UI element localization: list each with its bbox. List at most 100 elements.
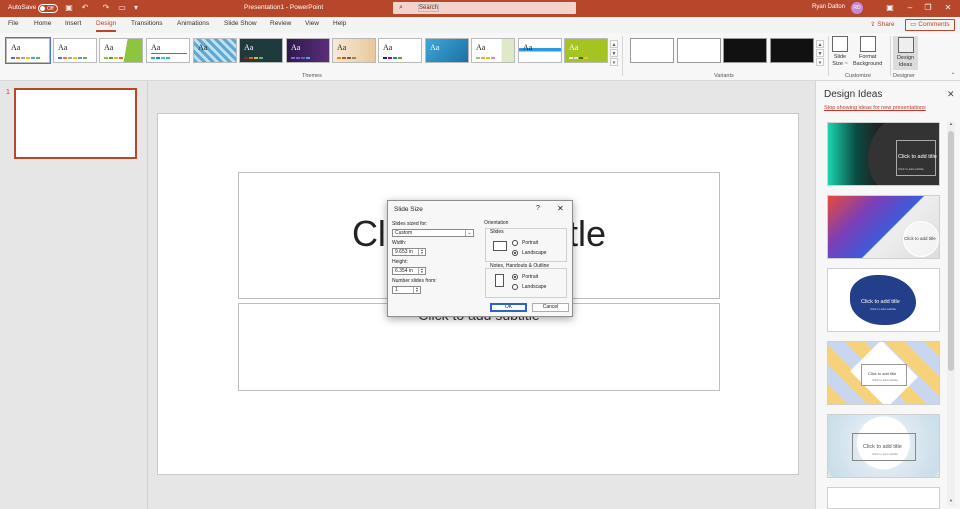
customize-qat-icon[interactable]: ▾	[131, 3, 141, 13]
idea-subtitle: Click to add subtitle	[872, 452, 899, 456]
slide-size-button[interactable]: Slide Size ~	[832, 36, 848, 68]
idea-title: Click to add title	[898, 154, 937, 160]
tab-transitions[interactable]: Transitions	[131, 20, 163, 27]
sized-for-select[interactable]: Custom ⌄	[392, 229, 474, 237]
ribbon-display-icon[interactable]: ▣	[880, 2, 900, 14]
cancel-button[interactable]: Cancel	[532, 303, 569, 312]
theme-slice[interactable]: Aa	[378, 38, 422, 63]
comments-label: Comments	[918, 21, 950, 28]
slide-thumbnail[interactable]	[14, 88, 137, 159]
tab-home[interactable]: Home	[34, 20, 51, 27]
tab-animations[interactable]: Animations	[177, 20, 209, 27]
theme-parallax[interactable]: Aa	[564, 38, 608, 63]
close-icon[interactable]: ✕	[938, 2, 958, 14]
variants-scroll-up[interactable]: ▲	[816, 40, 824, 48]
variant-3[interactable]	[723, 38, 767, 63]
theme-savon[interactable]: Aa	[471, 38, 515, 63]
width-spinner-icon[interactable]: ▲ ▼	[418, 249, 425, 255]
design-idea-1[interactable]: Click to add title Click to add subtitle	[827, 122, 940, 186]
chevron-down-icon: ⌄	[465, 230, 473, 236]
designer-group-label: Designer	[893, 73, 916, 79]
ok-button[interactable]: OK	[490, 303, 527, 312]
theme-office[interactable]: Aa	[5, 37, 51, 64]
height-field[interactable]: 6.354 in ▲ ▼	[392, 267, 426, 275]
search-box[interactable]: ⌕ Search	[393, 2, 576, 14]
theme-banded[interactable]: Aa	[518, 38, 562, 63]
theme-swatches	[151, 57, 170, 59]
avatar[interactable]: RD	[851, 2, 863, 14]
number-spinner-icon[interactable]: ▲ ▼	[413, 287, 420, 293]
tab-file[interactable]: File	[8, 20, 18, 27]
notes-landscape-radio[interactable]	[512, 284, 518, 290]
tab-design[interactable]: Design	[96, 20, 117, 32]
collapse-ribbon-icon[interactable]: ⌃	[948, 71, 958, 81]
stop-showing-ideas-link[interactable]: Stop showing ideas for new presentations	[824, 105, 926, 111]
redo-icon[interactable]: ↷	[101, 3, 111, 13]
variants-more[interactable]: ▾	[816, 58, 824, 66]
theme-integral[interactable]: Aa	[146, 38, 190, 63]
scrollbar-thumb[interactable]	[948, 131, 954, 371]
format-background-button[interactable]: Format Background	[853, 36, 882, 68]
tab-view[interactable]: View	[305, 20, 319, 27]
theme-sample: Aa	[569, 43, 579, 52]
minimize-icon[interactable]: –	[900, 2, 920, 14]
close-icon[interactable]: ✕	[557, 204, 564, 213]
themes-more[interactable]: ▾	[610, 58, 618, 66]
idea-title: Click to add title	[904, 236, 936, 241]
design-pane-scrollbar[interactable]: ▲ ▼	[947, 121, 955, 506]
themes-scroll-up[interactable]: ▲	[610, 40, 618, 48]
slide-size-label-2: Size ~	[832, 61, 848, 67]
theme-swatches	[569, 57, 588, 59]
restore-icon[interactable]: ❐	[918, 2, 938, 14]
variant-4[interactable]	[770, 38, 814, 63]
design-idea-6[interactable]	[827, 487, 940, 509]
tab-insert[interactable]: Insert	[65, 20, 81, 27]
theme-retrospect[interactable]: Aa	[332, 38, 376, 63]
tab-slide-show[interactable]: Slide Show	[224, 20, 257, 27]
theme-ion-boardroom[interactable]: Aa	[193, 38, 237, 63]
tab-help[interactable]: Help	[333, 20, 346, 27]
width-field[interactable]: 9.653 in ▲ ▼	[392, 248, 426, 256]
variant-1[interactable]	[630, 38, 674, 63]
notes-landscape-label: Landscape	[522, 284, 547, 290]
comments-button[interactable]: ▭ Comments	[905, 19, 955, 31]
theme-sample: Aa	[58, 43, 68, 52]
design-idea-5[interactable]: Click to add title Click to add subtitle	[827, 414, 940, 478]
scroll-down-icon[interactable]: ▼	[948, 498, 954, 504]
close-icon[interactable]: ✕	[947, 89, 955, 100]
slide-size-label: Slide	[833, 54, 847, 60]
width-value: 9.653 in	[395, 249, 413, 255]
notes-portrait-radio[interactable]	[512, 274, 518, 280]
theme-ion[interactable]: Aa	[239, 38, 283, 63]
variants-scroll-down[interactable]: ▼	[816, 49, 824, 57]
height-spinner-icon[interactable]: ▲ ▼	[418, 268, 425, 274]
design-idea-3[interactable]: Click to add title Click to add subtitle	[827, 268, 940, 332]
user-name[interactable]: Ryan Dalton	[812, 4, 845, 10]
theme-office-2[interactable]: Aa	[53, 38, 97, 63]
theme-facet[interactable]: Aa	[99, 38, 143, 63]
format-background-icon	[859, 36, 876, 52]
theme-wisp[interactable]: Aa	[425, 38, 469, 63]
variant-2[interactable]	[677, 38, 721, 63]
theme-organic[interactable]: Aa	[286, 38, 330, 63]
scroll-up-icon[interactable]: ▲	[948, 121, 954, 127]
tab-review[interactable]: Review	[270, 20, 291, 27]
help-icon[interactable]: ?	[536, 205, 540, 212]
theme-swatches	[476, 57, 495, 59]
autosave-state: Off	[47, 6, 54, 12]
theme-sample: Aa	[430, 43, 440, 52]
themes-scroll-down[interactable]: ▼	[610, 49, 618, 57]
undo-icon[interactable]: ↶	[80, 3, 90, 13]
idea-subtitle: Click to add subtitle	[898, 167, 925, 171]
slide-thumbnails-pane: 1	[0, 81, 148, 509]
design-idea-4[interactable]: Click to add title Click to add subtitle	[827, 341, 940, 405]
design-ideas-button[interactable]: Design Ideas	[893, 36, 918, 70]
start-slideshow-icon[interactable]: ▭	[117, 3, 127, 13]
share-button[interactable]: ⇪ Share	[866, 19, 899, 31]
autosave-toggle[interactable]: Off	[38, 4, 58, 13]
number-from-field[interactable]: 1 ▲ ▼	[392, 286, 421, 294]
design-idea-2[interactable]: Click to add title	[827, 195, 940, 259]
save-icon[interactable]: ▣	[64, 3, 74, 13]
slides-portrait-radio[interactable]	[512, 240, 518, 246]
slides-landscape-radio[interactable]	[512, 250, 518, 256]
